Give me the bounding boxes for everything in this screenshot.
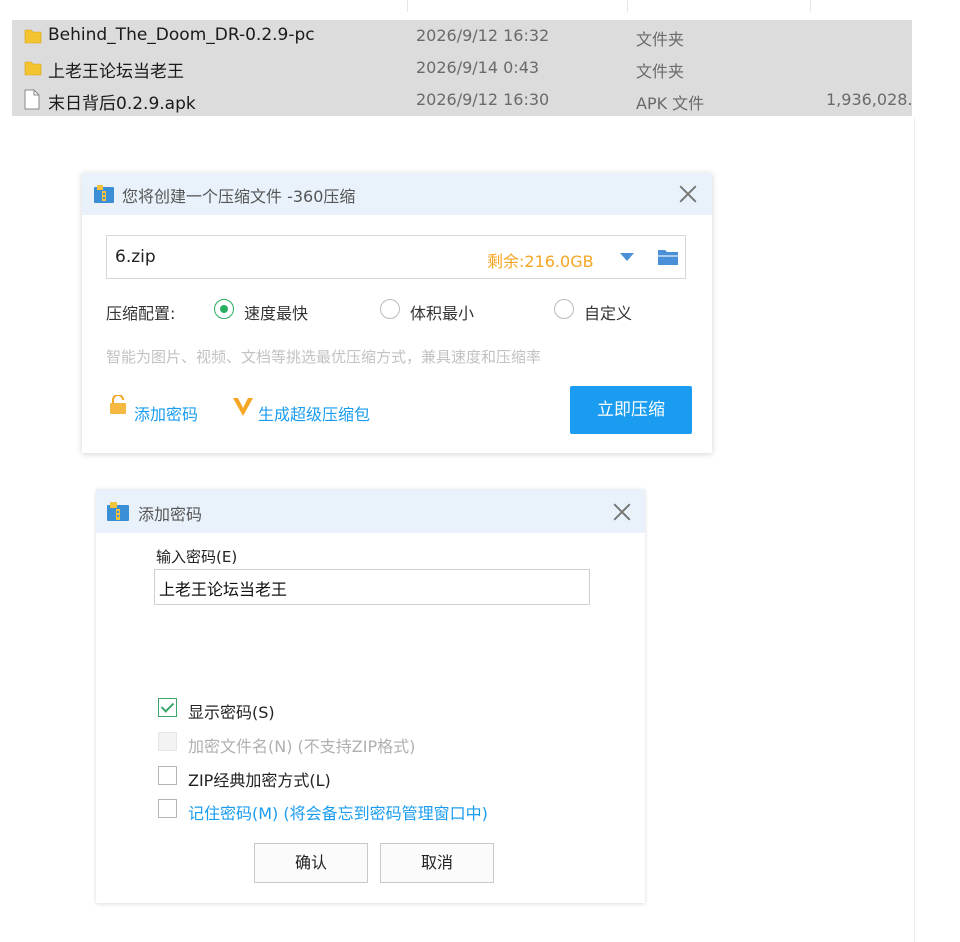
remember-password-label[interactable]: 记住密码(M) (将会备忘到密码管理窗口中) [188, 800, 488, 824]
file-row[interactable]: 末日背后0.2.9.apk 2026/9/12 16:30 APK 文件 1,9… [12, 84, 913, 116]
column-divider[interactable] [627, 0, 628, 12]
close-icon[interactable] [612, 502, 632, 522]
radio-fastest[interactable] [214, 299, 234, 319]
archive-name-input[interactable]: 6.zip [115, 247, 156, 267]
archive-app-icon [94, 185, 114, 203]
radio-custom-label[interactable]: 自定义 [584, 300, 632, 324]
compress-now-button[interactable]: 立即压缩 [570, 386, 692, 434]
show-password-label[interactable]: 显示密码(S) [188, 699, 275, 723]
remember-password-checkbox[interactable] [158, 799, 177, 818]
dialog-title: 您将创建一个压缩文件 -360压缩 [122, 187, 356, 206]
file-size: 1,936,028. [826, 90, 913, 109]
file-name: 上老王论坛当老王 [48, 62, 184, 82]
archive-app-icon [107, 502, 129, 521]
folder-icon [24, 29, 42, 44]
dialog-titlebar[interactable]: 添加密码 [96, 489, 645, 533]
browse-folder-icon[interactable] [657, 248, 679, 266]
ok-button[interactable]: 确认 [254, 843, 368, 883]
window-edge [914, 118, 915, 942]
compress-config-label: 压缩配置: [106, 304, 176, 323]
zip-classic-label[interactable]: ZIP经典加密方式(L) [188, 767, 331, 791]
compress-dialog: 您将创建一个压缩文件 -360压缩 6.zip 剩余:216.0GB 压缩配置:… [82, 173, 712, 453]
file-icon [24, 89, 40, 110]
encrypt-filename-checkbox [158, 732, 177, 751]
dialog-title: 添加密码 [138, 505, 203, 524]
file-name: 末日背后0.2.9.apk [48, 94, 196, 114]
super-package-link[interactable]: 生成超级压缩包 [258, 401, 370, 425]
show-password-checkbox[interactable] [158, 698, 177, 717]
password-label: 输入密码(E) [156, 548, 238, 566]
lock-icon [110, 395, 126, 414]
v-badge-icon [233, 398, 253, 416]
file-row[interactable]: Behind_The_Doom_DR-0.2.9-pc 2026/9/12 16… [12, 20, 912, 52]
radio-custom[interactable] [554, 299, 574, 319]
column-divider[interactable] [810, 0, 811, 12]
file-type: 文件夹 [636, 62, 685, 81]
cancel-button[interactable]: 取消 [380, 843, 494, 883]
file-name: Behind_The_Doom_DR-0.2.9-pc [48, 25, 315, 45]
chevron-down-icon[interactable] [619, 251, 635, 263]
password-input[interactable]: 上老王论坛当老王 [154, 569, 590, 605]
file-modified: 2026/9/12 16:30 [416, 90, 550, 109]
password-value: 上老王论坛当老王 [159, 580, 288, 599]
file-row[interactable]: 上老王论坛当老王 2026/9/14 0:43 文件夹 [12, 52, 912, 84]
add-password-link[interactable]: 添加密码 [134, 401, 198, 425]
compress-hint: 智能为图片、视频、文档等挑选最优压缩方式，兼具速度和压缩率 [106, 348, 542, 366]
zip-classic-checkbox[interactable] [158, 766, 177, 785]
file-type: 文件夹 [636, 30, 685, 49]
password-dialog: 添加密码 输入密码(E) 上老王论坛当老王 显示密码(S) 加密文件名(N) (… [96, 489, 645, 903]
file-type: APK 文件 [636, 94, 705, 113]
radio-smallest[interactable] [380, 299, 400, 319]
radio-fastest-label[interactable]: 速度最快 [244, 300, 308, 324]
column-divider[interactable] [407, 0, 408, 12]
remaining-space: 剩余:216.0GB [487, 252, 594, 271]
dialog-titlebar[interactable]: 您将创建一个压缩文件 -360压缩 [82, 173, 712, 215]
file-modified: 2026/9/12 16:32 [416, 26, 550, 45]
radio-smallest-label[interactable]: 体积最小 [410, 300, 474, 324]
file-modified: 2026/9/14 0:43 [416, 58, 540, 77]
folder-icon [24, 61, 42, 76]
close-icon[interactable] [678, 184, 698, 204]
encrypt-filename-label: 加密文件名(N) (不支持ZIP格式) [188, 737, 416, 756]
archive-name-field[interactable]: 6.zip 剩余:216.0GB [106, 235, 686, 279]
